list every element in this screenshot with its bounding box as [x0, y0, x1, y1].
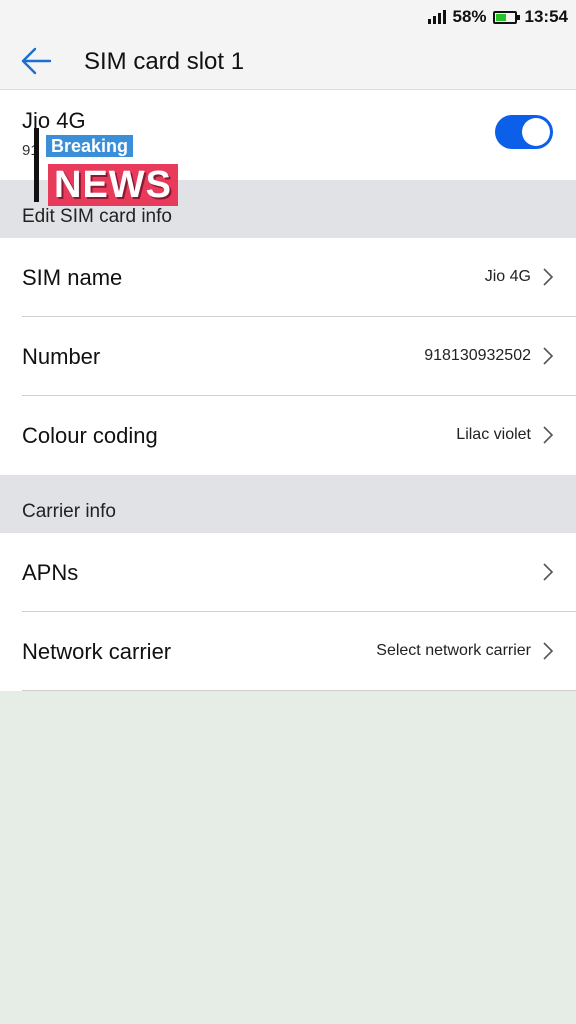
section-title: Carrier info	[22, 501, 116, 522]
carrier-list: APNs Network carrier Select network carr…	[0, 533, 576, 691]
section-header-carrier: Carrier info	[0, 475, 576, 533]
back-arrow-icon[interactable]	[20, 46, 54, 76]
row-value: Jio 4G	[484, 268, 531, 285]
divider	[22, 690, 576, 691]
top-app-bar: SIM card slot 1	[0, 34, 576, 90]
chevron-right-icon	[543, 426, 554, 444]
row-network-carrier[interactable]: Network carrier Select network carrier	[0, 612, 576, 691]
row-label: SIM name	[22, 265, 123, 290]
edit-sim-list: SIM name Jio 4G Number 918130932502 Colo…	[0, 238, 576, 475]
row-value: 918130932502	[424, 347, 531, 364]
row-apns[interactable]: APNs	[0, 533, 576, 612]
row-label: Network carrier	[22, 639, 172, 664]
chevron-right-icon	[543, 268, 554, 286]
chevron-right-icon	[543, 347, 554, 365]
signal-icon	[428, 10, 447, 24]
battery-fill	[495, 13, 506, 21]
row-value: Lilac violet	[456, 426, 531, 443]
row-sim-name[interactable]: SIM name Jio 4G	[0, 238, 576, 317]
row-label: Colour coding	[22, 423, 158, 448]
logo-breaking-text: Breaking	[46, 135, 134, 157]
toggle-knob	[522, 118, 550, 146]
logo-news-text: NEWS	[48, 164, 178, 206]
sim-enable-toggle[interactable]	[495, 115, 553, 149]
section-title: Edit SIM card info	[22, 206, 172, 227]
logo-bar	[34, 128, 39, 202]
row-value: Select network carrier	[376, 642, 531, 659]
page-title: SIM card slot 1	[84, 48, 245, 75]
clock: 13:54	[524, 7, 568, 26]
chevron-right-icon	[543, 642, 554, 660]
battery-icon	[492, 10, 520, 24]
status-bar: 58% 13:54	[0, 0, 576, 34]
chevron-right-icon	[543, 563, 554, 581]
row-colour-coding[interactable]: Colour coding Lilac violet	[0, 396, 576, 475]
row-label: Number	[22, 344, 101, 369]
battery-percent: 58%	[452, 7, 487, 26]
row-number[interactable]: Number 918130932502	[0, 317, 576, 396]
row-label: APNs	[22, 560, 79, 585]
breaking-news-logo: Breaking NEWS	[34, 128, 182, 208]
